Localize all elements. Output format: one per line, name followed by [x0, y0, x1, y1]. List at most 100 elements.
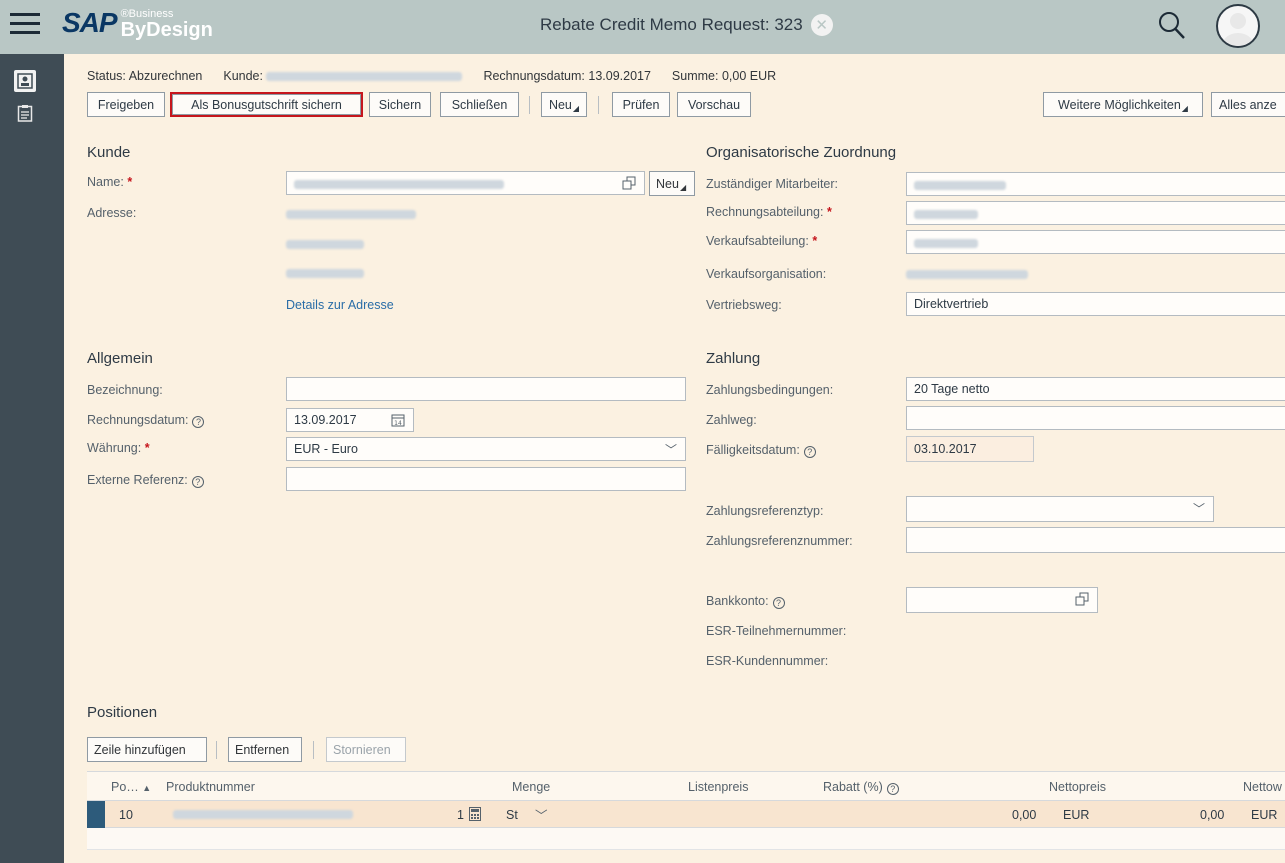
release-button[interactable]: Freigeben — [87, 92, 165, 117]
row-unit[interactable]: St — [506, 808, 518, 822]
section-general-title: Allgemein — [87, 350, 153, 367]
channel-select[interactable]: Direktvertrieb — [906, 292, 1285, 316]
col-product[interactable]: Produktnummer — [166, 780, 255, 794]
billing-dept-redacted — [914, 210, 978, 220]
employee-input[interactable] — [906, 172, 1285, 196]
search-icon[interactable] — [1158, 11, 1186, 41]
col-net-value[interactable]: Nettow — [1243, 780, 1282, 794]
payment-method-select[interactable] — [906, 406, 1285, 430]
left-rail — [0, 54, 64, 863]
svg-text:14: 14 — [394, 420, 402, 427]
chevron-down-icon: ﹀ — [1192, 502, 1205, 516]
col-net-price[interactable]: Nettopreis — [1049, 780, 1106, 794]
col-pos[interactable]: Po… ▲ — [111, 780, 151, 794]
payment-ref-number-label: Zahlungsreferenznummer: — [706, 534, 853, 548]
more-options-label: Weitere Möglichkeiten — [1058, 97, 1181, 112]
sales-dept-input[interactable] — [906, 230, 1285, 254]
esr-participant-label: ESR-Teilnehmernummer: — [706, 624, 847, 638]
add-row-button[interactable]: Zeile hinzufügen — [87, 737, 207, 762]
total-value: 0,00 EUR — [721, 69, 777, 83]
dropdown-corner-icon: ◢ — [572, 104, 580, 113]
designation-input[interactable] — [286, 377, 686, 401]
invoice-date-input[interactable]: 13.09.2017 14 — [286, 408, 414, 432]
help-icon[interactable]: ? — [886, 783, 899, 795]
customer-name-redacted — [294, 180, 504, 190]
menu-icon[interactable] — [10, 13, 40, 37]
payment-terms-select[interactable]: 20 Tage netto — [906, 377, 1285, 401]
designation-label: Bezeichnung: — [87, 383, 163, 397]
row-qty[interactable]: 1 — [457, 808, 464, 822]
help-icon[interactable]: ? — [772, 597, 785, 609]
value-help-icon[interactable] — [1075, 592, 1089, 606]
payment-terms-label: Zahlungsbedingungen: — [706, 383, 834, 397]
show-all-button[interactable]: Alles anze — [1211, 92, 1285, 117]
row-net-value: 0,00 — [1200, 808, 1225, 822]
address-details-link[interactable]: Details zur Adresse — [286, 298, 394, 312]
remove-button[interactable]: Entfernen — [228, 737, 302, 762]
customer-value-redacted — [266, 72, 463, 82]
new-button[interactable]: Neu ◢ — [541, 92, 587, 117]
section-items-title: Positionen — [87, 704, 158, 721]
due-date-label: Fälligkeitsdatum:? — [706, 443, 816, 458]
table-row[interactable]: 10 1 St ﹀ 0,00 EUR 0,00 EUR — [87, 801, 1285, 828]
close-button[interactable]: Schließen — [440, 92, 519, 117]
clipboard-icon[interactable] — [14, 102, 36, 124]
external-ref-input[interactable] — [286, 467, 686, 491]
avatar[interactable] — [1216, 4, 1260, 48]
preview-button[interactable]: Vorschau — [677, 92, 751, 117]
customer-name-input[interactable] — [286, 171, 645, 195]
dropdown-corner-icon: ◢ — [1181, 104, 1188, 113]
customer-new-button[interactable]: Neu ◢ — [649, 171, 695, 196]
save-as-bonus-button[interactable]: Als Bonusgutschrift sichern — [170, 92, 363, 117]
customer-label: Kunde: — [223, 69, 263, 83]
check-button[interactable]: Prüfen — [612, 92, 670, 117]
payment-method-label: Zahlweg: — [706, 413, 757, 427]
calculator-icon[interactable] — [469, 807, 481, 821]
currency-select[interactable]: EUR - Euro ﹀ — [286, 437, 686, 461]
row-currency: EUR — [1063, 808, 1090, 822]
col-quantity[interactable]: Menge — [512, 780, 550, 794]
value-help-icon[interactable] — [622, 176, 636, 190]
payment-ref-number-input[interactable] — [906, 527, 1285, 553]
address-line1-redacted — [286, 210, 416, 219]
status-label: Status: — [87, 69, 126, 83]
sap-logo: SAP ®Business ByDesign — [62, 8, 213, 44]
esr-customer-label: ESR-Kundennummer: — [706, 654, 829, 668]
help-icon[interactable]: ? — [803, 446, 816, 458]
sales-org-label: Verkaufsorganisation: — [706, 267, 827, 281]
row-selector[interactable] — [87, 801, 105, 828]
currency-label: Währung: * — [87, 441, 150, 455]
sort-asc-icon: ▲ — [142, 783, 152, 793]
section-org-title: Organisatorische Zuordnung — [706, 144, 897, 161]
col-discount[interactable]: Rabatt (%)? — [823, 780, 899, 795]
user-icon — [1223, 13, 1253, 46]
table-row-empty — [87, 828, 1285, 850]
logo-bydesign-text: ByDesign — [120, 19, 213, 41]
items-table-header: Po… ▲ Produktnummer Menge Listenpreis Ra… — [87, 771, 1285, 801]
payment-ref-type-select[interactable]: ﹀ — [906, 496, 1214, 522]
employee-label: Zuständiger Mitarbeiter: — [706, 177, 839, 191]
cancel-item-button[interactable]: Stornieren — [326, 737, 406, 762]
billing-dept-input[interactable] — [906, 201, 1285, 225]
row-net-value-currency: EUR — [1251, 808, 1278, 822]
chevron-down-icon: ﹀ — [664, 443, 677, 457]
dropdown-corner-icon: ◢ — [679, 183, 687, 192]
save-button[interactable]: Sichern — [369, 92, 431, 117]
help-icon[interactable]: ? — [191, 476, 204, 488]
close-icon[interactable]: ✕ — [810, 14, 833, 36]
bank-account-label: Bankkonto:? — [706, 594, 785, 609]
chevron-down-icon[interactable]: ﹀ — [535, 805, 548, 824]
more-options-button[interactable]: Weitere Möglichkeiten ◢ — [1043, 92, 1203, 117]
help-icon[interactable]: ? — [192, 416, 205, 428]
address-line3-redacted — [286, 269, 364, 278]
col-list-price[interactable]: Listenpreis — [688, 780, 748, 794]
calendar-icon[interactable]: 14 — [391, 413, 405, 427]
bank-account-input[interactable] — [906, 587, 1098, 613]
name-label: Name: * — [87, 175, 133, 189]
contact-card-icon[interactable] — [14, 70, 36, 92]
billing-dept-label: Rechnungsabteilung: * — [706, 205, 832, 219]
shell-header: SAP ®Business ByDesign Rebate Credit Mem… — [0, 0, 1285, 54]
address-label: Adresse: — [87, 206, 137, 220]
address-line2-redacted — [286, 240, 364, 249]
invoice-date-field-label: Rechnungsdatum:? — [87, 413, 205, 428]
